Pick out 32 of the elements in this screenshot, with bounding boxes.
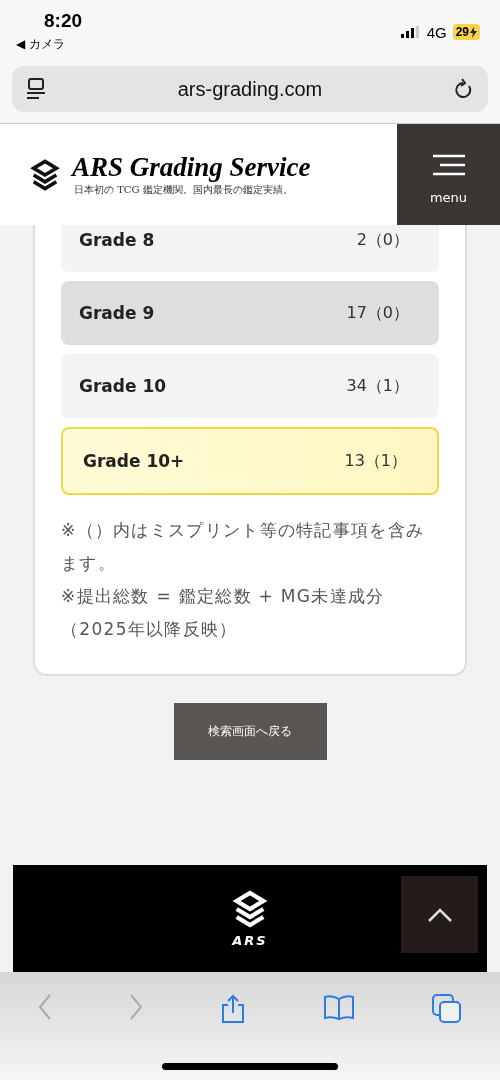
menu-button[interactable]: menu — [397, 124, 500, 225]
grade-label: Grade 10+ — [83, 451, 185, 471]
charging-icon — [470, 26, 477, 38]
grade-label: Grade 10 — [79, 376, 167, 396]
back-to-app-link[interactable]: ◀ カメラ — [16, 36, 66, 53]
back-to-search-button[interactable]: 検索画面へ戻る — [173, 703, 327, 760]
grade-count: 34（1） — [346, 375, 409, 397]
menu-icon — [432, 153, 465, 176]
address-bar[interactable]: ars-grading.com — [12, 66, 488, 112]
signal-icon — [400, 26, 421, 38]
footer-logo-text: ARS — [232, 933, 268, 948]
share-icon[interactable] — [220, 994, 246, 1024]
footer-logo-icon — [230, 889, 270, 929]
network-type: 4G — [426, 23, 447, 41]
logo-icon — [28, 157, 62, 192]
reader-icon — [26, 78, 46, 100]
book-icon[interactable] — [322, 994, 355, 1020]
tagline: 日本初の TCG 鑑定機関。国内最長の鑑定実績。 — [74, 183, 294, 197]
grade-count: 17（0） — [346, 302, 409, 324]
chevron-up-icon — [427, 907, 452, 922]
grade-label: Grade 8 — [79, 230, 155, 250]
note-text: ※（）内はミスプリント等の特記事項を含みます。 — [61, 519, 426, 575]
grade-count: 2（0） — [356, 229, 409, 251]
url-text: ars-grading.com — [177, 77, 323, 101]
grade-count: 13（1） — [344, 450, 407, 472]
note-text: ※提出総数 = 鑑定総数 + MG未達成分（2025年以降反映） — [61, 585, 386, 641]
grade-label: Grade 9 — [79, 303, 155, 323]
reload-icon[interactable] — [454, 78, 474, 100]
tabs-icon[interactable] — [431, 994, 462, 1024]
battery-level: 29 — [452, 24, 480, 40]
site-title[interactable]: ARS Grading Service — [72, 152, 311, 183]
clock-time: 8:20 — [44, 10, 83, 32]
